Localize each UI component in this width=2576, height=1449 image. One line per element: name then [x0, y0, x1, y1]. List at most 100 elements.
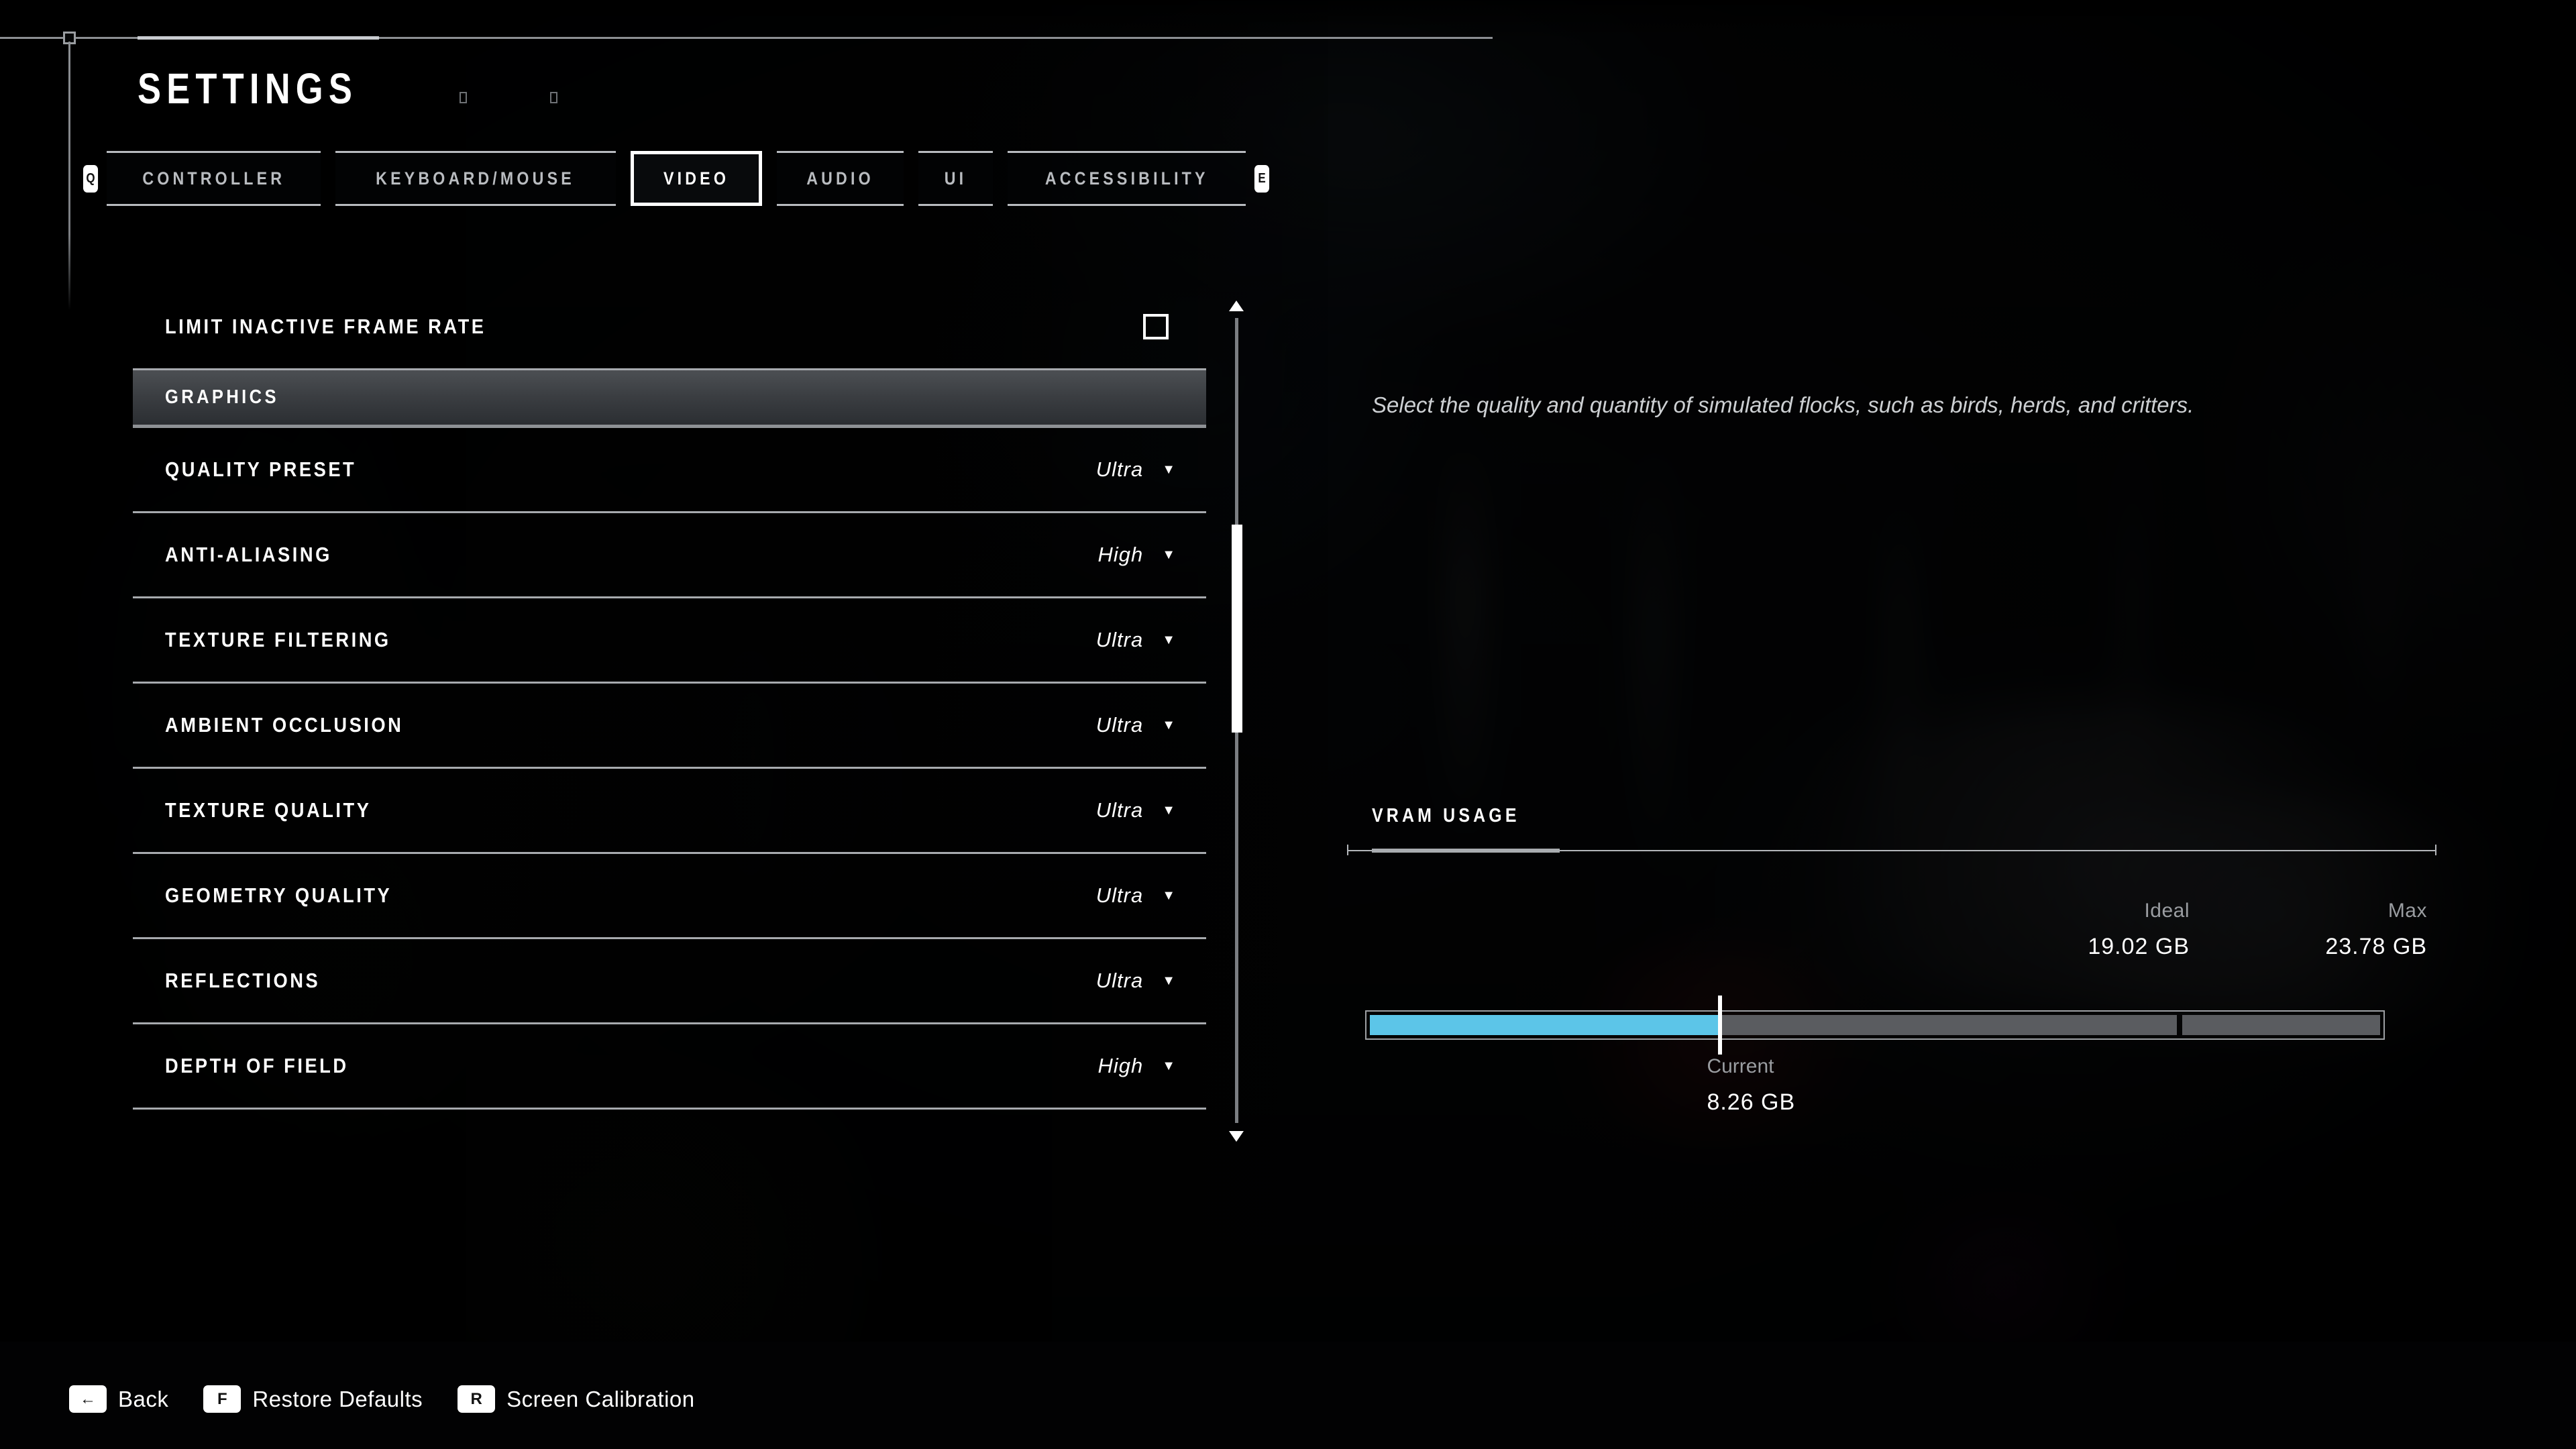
vram-usage-panel: VRAM USAGE Ideal 19.02 GB Max 23.78 GB C… — [1342, 805, 2442, 1115]
vram-bar-segment — [1720, 1015, 2177, 1035]
vram-max-block: Max 23.78 GB — [2325, 900, 2427, 960]
setting-row-texture-quality[interactable]: TEXTURE QUALITY Ultra ▼ — [133, 769, 1206, 854]
chevron-down-icon[interactable]: ▼ — [1162, 1059, 1175, 1073]
section-label-text: GRAPHICS — [165, 386, 279, 408]
vram-divider — [1342, 845, 2442, 855]
setting-label-text: QUALITY PRESET — [165, 458, 357, 481]
tab-label: ACCESSIBILITY — [1044, 168, 1209, 189]
chevron-down-icon[interactable]: ▼ — [1162, 548, 1175, 561]
setting-value: Ultra — [1095, 713, 1144, 737]
vram-max-value: 23.78 GB — [2325, 934, 2427, 959]
setting-label-text: AMBIENT OCCLUSION — [165, 713, 404, 737]
checkbox-limit-inactive-frame-rate[interactable] — [1143, 314, 1169, 339]
settings-list: LIMIT INACTIVE FRAME RATE GRAPHICS QUALITY… — [133, 285, 1206, 1110]
frame-vertical-line — [68, 42, 70, 310]
setting-label-text: DEPTH OF FIELD — [165, 1054, 349, 1077]
setting-description: Select the quality and quantity of simul… — [1372, 392, 2194, 417]
settings-tabbar: Q CONTROLLER KEYBOARD/MOUSE VIDEO AUDIO UI AC… — [82, 151, 1271, 206]
setting-row-anti-aliasing[interactable]: ANTI-ALIASING High ▼ — [133, 513, 1206, 598]
setting-label-text: TEXTURE FILTERING — [165, 628, 391, 651]
next-tab-key-badge[interactable]: E — [1254, 164, 1270, 193]
setting-label-text: ANTI-ALIASING — [165, 543, 332, 566]
setting-label: DEPTH OF FIELD — [165, 1054, 374, 1078]
setting-value: Ultra — [1095, 628, 1144, 651]
setting-label-text: GEOMETRY QUALITY — [165, 883, 392, 907]
tab-label: VIDEO — [663, 168, 729, 189]
setting-label-text: LIMIT INACTIVE FRAME RATE — [165, 315, 486, 338]
setting-label: REFLECTIONS — [165, 969, 341, 993]
footer-action-back[interactable]: ← Back — [69, 1385, 168, 1413]
setting-label: QUALITY PRESET — [165, 458, 382, 482]
prev-tab-key-badge[interactable]: Q — [83, 164, 99, 193]
footer-action-restore-defaults[interactable]: F Restore Defaults — [203, 1385, 423, 1413]
frame-accent-segment — [138, 36, 379, 40]
chevron-down-icon[interactable]: ▼ — [1162, 804, 1175, 817]
tab-label: KEYBOARD/MOUSE — [376, 168, 576, 189]
setting-label-text: TEXTURE QUALITY — [165, 798, 372, 822]
vram-usage-title-text: VRAM USAGE — [1372, 805, 1520, 826]
setting-row-limit-inactive-frame-rate[interactable]: LIMIT INACTIVE FRAME RATE — [133, 285, 1206, 370]
setting-row-reflections[interactable]: REFLECTIONS Ultra ▼ — [133, 939, 1206, 1024]
setting-value: Ultra — [1095, 458, 1144, 481]
vram-max-label: Max — [2387, 900, 2427, 922]
setting-value: High — [1097, 1054, 1144, 1077]
chevron-down-icon[interactable]: ▼ — [1162, 889, 1175, 902]
setting-label-text: REFLECTIONS — [165, 969, 321, 992]
setting-row-quality-preset[interactable]: QUALITY PRESET Ultra ▼ — [133, 428, 1206, 513]
chevron-down-icon[interactable]: ▼ — [1162, 718, 1175, 732]
setting-label: AMBIENT OCCLUSION — [165, 713, 436, 737]
key-badge[interactable]: R — [458, 1385, 496, 1413]
vram-bar-fill — [1370, 1015, 1721, 1035]
setting-value: High — [1097, 543, 1144, 566]
key-badge[interactable]: F — [203, 1385, 241, 1413]
settings-scrollbar[interactable] — [1229, 295, 1244, 1147]
footer-action-screen-calibration[interactable]: R Screen Calibration — [458, 1385, 694, 1413]
vram-ideal-label: Ideal — [2144, 900, 2190, 922]
vram-ideal-value: 19.02 GB — [2088, 934, 2190, 959]
setting-value: Ultra — [1095, 883, 1144, 907]
vram-usage-title: VRAM USAGE — [1372, 805, 2442, 827]
vram-current-block: Current 8.26 GB — [1707, 1055, 1795, 1116]
scroll-up-arrow-icon[interactable] — [1229, 301, 1244, 311]
settings-section-graphics: GRAPHICS — [133, 370, 1206, 428]
footer-action-label: Restore Defaults — [252, 1386, 423, 1411]
vram-usage-bar — [1365, 996, 2385, 1055]
setting-row-depth-of-field[interactable]: DEPTH OF FIELD High ▼ — [133, 1024, 1206, 1110]
tab-audio[interactable]: AUDIO — [776, 151, 904, 206]
vram-current-marker — [1718, 996, 1723, 1055]
tab-video[interactable]: VIDEO — [630, 151, 762, 206]
setting-label: TEXTURE FILTERING — [165, 628, 422, 652]
chevron-down-icon[interactable]: ▼ — [1162, 633, 1175, 647]
tab-accessibility[interactable]: ACCESSIBILITY — [1007, 151, 1246, 206]
setting-row-ambient-occlusion[interactable]: AMBIENT OCCLUSION Ultra ▼ — [133, 684, 1206, 769]
tab-keyboard-mouse[interactable]: KEYBOARD/MOUSE — [335, 151, 616, 206]
title-marker-icon — [550, 92, 557, 103]
title-marker-icon — [460, 92, 467, 103]
setting-label: ANTI-ALIASING — [165, 543, 355, 567]
chevron-down-icon[interactable]: ▼ — [1162, 463, 1175, 476]
page-title: SETTINGS — [138, 64, 358, 113]
vram-ideal-block: Ideal 19.02 GB — [2088, 900, 2190, 960]
footer-hint-bar: ← Back F Restore Defaults R Screen Calibratio… — [69, 1385, 730, 1413]
tab-controller[interactable]: CONTROLLER — [107, 151, 321, 206]
setting-label: LIMIT INACTIVE FRAME RATE — [165, 315, 530, 339]
vram-current-value: 8.26 GB — [1707, 1089, 1796, 1115]
tab-label: UI — [944, 168, 967, 189]
chevron-down-icon[interactable]: ▼ — [1162, 974, 1175, 987]
setting-value: Ultra — [1095, 969, 1144, 992]
tab-label: CONTROLLER — [142, 168, 286, 189]
setting-row-texture-filtering[interactable]: TEXTURE FILTERING Ultra ▼ — [133, 598, 1206, 684]
setting-label: GEOMETRY QUALITY — [165, 883, 423, 908]
scrollbar-thumb[interactable] — [1232, 525, 1242, 733]
tab-label: AUDIO — [806, 168, 874, 189]
footer-action-label: Back — [118, 1386, 169, 1411]
setting-label: TEXTURE QUALITY — [165, 798, 399, 822]
tab-ui[interactable]: UI — [918, 151, 993, 206]
setting-row-geometry-quality[interactable]: GEOMETRY QUALITY Ultra ▼ — [133, 854, 1206, 939]
settings-screen: SETTINGS Q CONTROLLER KEYBOARD/MOUSE VIDEO… — [0, 0, 2576, 1449]
footer-action-label: Screen Calibration — [506, 1386, 695, 1411]
key-badge[interactable]: ← — [69, 1385, 107, 1413]
vram-current-label: Current — [1707, 1055, 1774, 1077]
scroll-down-arrow-icon[interactable] — [1229, 1131, 1244, 1142]
top-scrim — [0, 0, 2576, 40]
